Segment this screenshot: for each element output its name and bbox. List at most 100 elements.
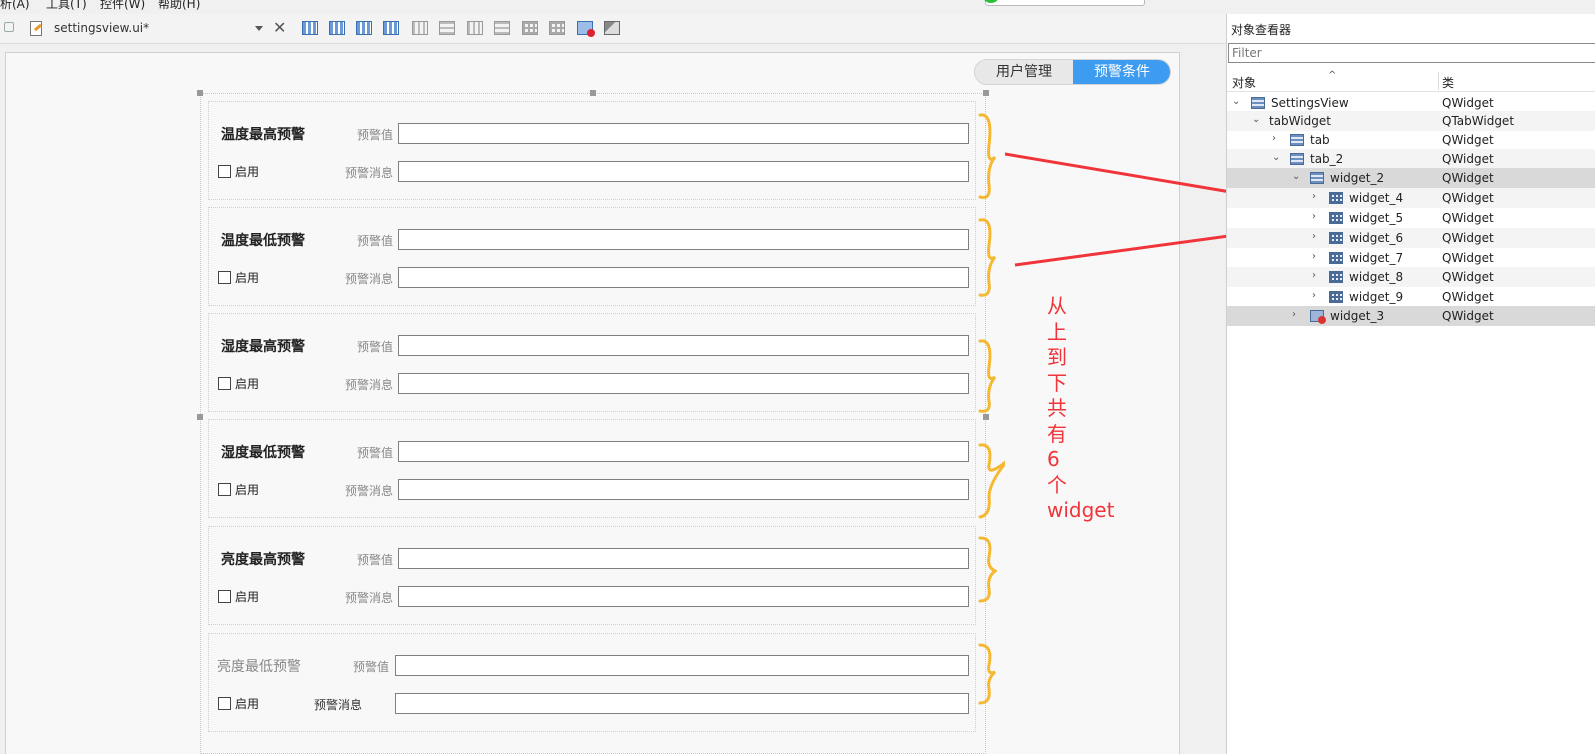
edit-widgets-icon[interactable] — [302, 21, 318, 35]
layout-vertical-splitter-icon[interactable] — [494, 21, 510, 35]
menu-widgets[interactable]: 控件(W) — [100, 0, 145, 12]
value-input[interactable] — [398, 229, 969, 250]
tree-row-widget-4[interactable]: › widget_4 QWidget — [1227, 188, 1595, 208]
tree-row-tab-2[interactable]: ⌄ tab_2 QWidget — [1227, 149, 1595, 169]
chevron-right-icon[interactable]: › — [1312, 251, 1316, 262]
message-label: 预警消息 — [314, 698, 363, 712]
chevron-down-icon[interactable]: ⌄ — [1292, 171, 1300, 182]
brace-5 — [978, 536, 998, 603]
tree-row-settingsview[interactable]: ⌄ SettingsView QWidget — [1227, 93, 1595, 113]
chevron-down-icon[interactable]: ⌄ — [1232, 96, 1240, 107]
enable-checkbox[interactable] — [218, 377, 231, 390]
value-input[interactable] — [398, 123, 969, 144]
object-class: QWidget — [1442, 171, 1494, 185]
enable-label[interactable]: 启用 — [235, 269, 259, 286]
tree-row-tabwidget[interactable]: ⌄ tabWidget QTabWidget — [1227, 111, 1595, 131]
value-input[interactable] — [395, 655, 969, 676]
resize-handle[interactable] — [197, 90, 203, 96]
layout-form-icon[interactable] — [522, 21, 538, 35]
chevron-right-icon[interactable]: › — [1312, 191, 1316, 202]
resize-handle[interactable] — [983, 90, 989, 96]
adjust-size-icon[interactable] — [604, 21, 620, 35]
enable-checkbox[interactable] — [218, 165, 231, 178]
sort-ascending-icon: ^ — [1328, 70, 1337, 81]
enable-checkbox[interactable] — [218, 697, 231, 710]
filter-input[interactable]: Filter — [1228, 43, 1595, 63]
message-input[interactable] — [395, 693, 969, 714]
chevron-down-icon[interactable]: ⌄ — [1252, 114, 1260, 125]
object-name: widget_3 — [1330, 309, 1385, 323]
chevron-right-icon[interactable]: › — [1312, 270, 1316, 281]
menubar: 析(A) 工具(T) 控件(W) 帮助(H) — [0, 0, 1595, 12]
tree-row-widget-7[interactable]: › widget_7 QWidget — [1227, 248, 1595, 268]
tree-row-widget-6[interactable]: › widget_6 QWidget — [1227, 228, 1595, 248]
annotation-char: 从 — [1047, 294, 1067, 318]
object-class: QWidget — [1442, 152, 1494, 166]
brace-2 — [978, 218, 997, 297]
chevron-right-icon[interactable]: › — [1292, 309, 1296, 320]
tree-row-widget-8[interactable]: › widget_8 QWidget — [1227, 267, 1595, 287]
object-name: widget_4 — [1349, 191, 1404, 205]
message-input[interactable] — [398, 586, 969, 607]
grid-layout-icon — [1329, 212, 1343, 224]
tree-row-widget-9[interactable]: › widget_9 QWidget — [1227, 287, 1595, 307]
edit-tab-order-icon[interactable] — [383, 21, 399, 35]
enable-label[interactable]: 启用 — [235, 695, 259, 712]
column-header-class[interactable]: 类 — [1442, 74, 1454, 91]
tree-row-widget-2[interactable]: ⌄ widget_2 QWidget — [1227, 168, 1595, 188]
enable-checkbox[interactable] — [218, 590, 231, 603]
message-input[interactable] — [398, 161, 969, 182]
chevron-right-icon[interactable]: › — [1272, 133, 1276, 144]
resize-handle[interactable] — [590, 90, 596, 96]
edit-buddies-icon[interactable] — [356, 21, 372, 35]
enable-label[interactable]: 启用 — [235, 588, 259, 605]
column-header-object[interactable]: 对象 — [1232, 74, 1256, 91]
enable-checkbox[interactable] — [218, 483, 231, 496]
break-layout-icon[interactable] — [577, 21, 595, 37]
value-input[interactable] — [398, 548, 969, 569]
chevron-right-icon[interactable]: › — [1312, 211, 1316, 222]
widget-icon — [1290, 153, 1304, 165]
lock-icon[interactable] — [4, 22, 14, 32]
alert-group-brightness-high: 亮度最高预警 预警值 启用 预警消息 — [208, 526, 976, 625]
layout-horizontal-splitter-icon[interactable] — [467, 21, 483, 35]
menu-tools[interactable]: 工具(T) — [46, 0, 87, 12]
layout-grid-icon[interactable] — [549, 21, 565, 35]
chevron-right-icon[interactable]: › — [1312, 231, 1316, 242]
layout-vertical-icon[interactable] — [439, 21, 455, 35]
resize-handle[interactable] — [197, 414, 203, 420]
tab-user-management[interactable]: 用户管理 — [975, 60, 1073, 84]
close-icon[interactable]: ✕ — [273, 18, 286, 37]
tree-row-widget-5[interactable]: › widget_5 QWidget — [1227, 208, 1595, 228]
tree-row-tab[interactable]: › tab QWidget — [1227, 130, 1595, 150]
group-title: 湿度最低预警 — [221, 445, 305, 461]
message-input[interactable] — [398, 267, 969, 288]
open-file-name[interactable]: settingsview.ui* — [54, 21, 149, 35]
tree-row-widget-3[interactable]: › widget_3 QWidget — [1227, 306, 1595, 326]
enable-checkbox[interactable] — [218, 271, 231, 284]
editor-toolbar: settingsview.ui* ✕ — [0, 14, 1226, 44]
value-input[interactable] — [398, 335, 969, 356]
message-label: 预警消息 — [345, 591, 394, 605]
chevron-down-icon[interactable] — [255, 26, 263, 31]
enable-label[interactable]: 启用 — [235, 375, 259, 392]
message-input[interactable] — [398, 479, 969, 500]
chevron-right-icon[interactable]: › — [1312, 290, 1316, 301]
object-name: widget_2 — [1330, 171, 1385, 185]
tab-alert-conditions[interactable]: 预警条件 — [1073, 60, 1170, 84]
edit-signals-icon[interactable] — [329, 21, 345, 35]
column-divider[interactable] — [1438, 72, 1439, 90]
chevron-down-icon[interactable]: ⌄ — [1272, 152, 1280, 163]
brace-4 — [978, 443, 1005, 519]
message-input[interactable] — [398, 373, 969, 394]
menu-analyze[interactable]: 析(A) — [0, 0, 30, 12]
object-class: QWidget — [1442, 96, 1494, 110]
value-input[interactable] — [398, 441, 969, 462]
enable-label[interactable]: 启用 — [235, 163, 259, 180]
layout-horizontal-icon[interactable] — [412, 21, 428, 35]
menu-help[interactable]: 帮助(H) — [158, 0, 200, 12]
enable-label[interactable]: 启用 — [235, 481, 259, 498]
message-label: 预警消息 — [345, 272, 394, 286]
object-name: tab_2 — [1310, 152, 1344, 166]
brace-6 — [978, 643, 997, 705]
